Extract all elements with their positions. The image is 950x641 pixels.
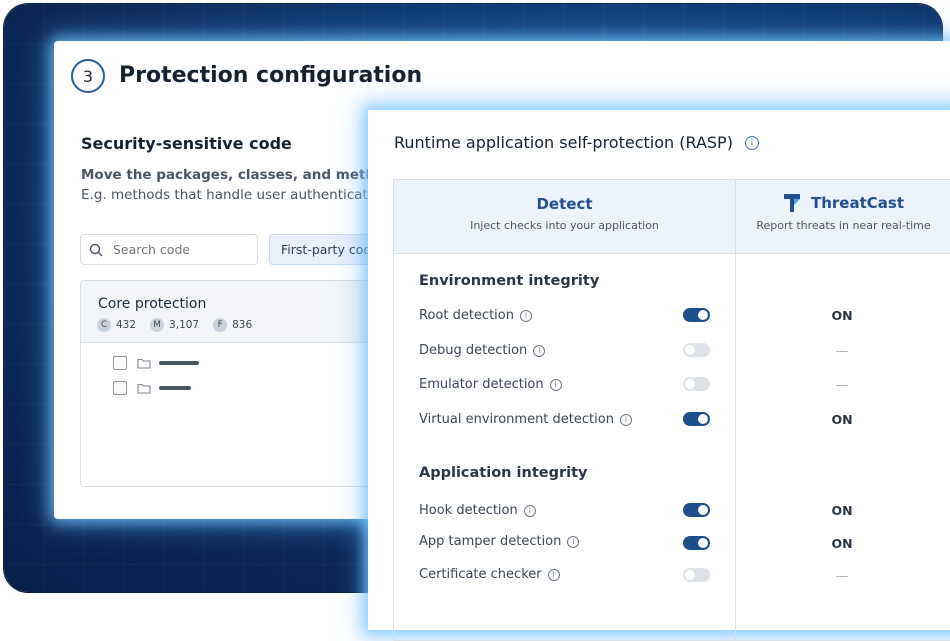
info-icon[interactable]: i [549, 378, 562, 391]
rasp-panel: Runtime application self-protection (RAS… [368, 110, 950, 641]
code-tree-card: Core protection C 432 M 3,107 F 836 [80, 280, 402, 487]
emulator-detection-label: Emulator detection [419, 377, 544, 392]
rasp-table-header: Detect Inject checks into your applicati… [394, 180, 950, 254]
section-description-bold: Move the packages, classes, and method [81, 167, 394, 183]
detect-title: Detect [536, 195, 593, 213]
info-icon[interactable]: i [533, 344, 546, 357]
certificate-checker-label: Certificate checker [419, 567, 542, 582]
search-box[interactable] [80, 234, 258, 265]
debug-detection-threatcast: — [835, 343, 849, 358]
redacted-name [159, 361, 199, 365]
emulator-detection-threatcast: — [835, 377, 849, 392]
tree-row[interactable] [113, 356, 199, 370]
row-label-hook-detection: Hook detection i [419, 503, 536, 518]
virtual-environment-detection-toggle[interactable] [683, 412, 710, 426]
folder-icon [137, 358, 151, 369]
detect-column-header: Detect Inject checks into your applicati… [394, 180, 735, 232]
methods-stat: M 3,107 [150, 318, 199, 332]
detect-subtitle: Inject checks into your application [470, 219, 659, 232]
threatcast-subtitle: Report threats in near real-time [756, 219, 931, 232]
info-icon[interactable]: i [744, 135, 759, 150]
group-title-environment: Environment integrity [419, 273, 600, 289]
classes-badge: C [97, 318, 111, 332]
methods-badge: M [150, 318, 165, 332]
hook-detection-toggle[interactable] [683, 503, 710, 517]
group-title-application: Application integrity [419, 465, 588, 481]
step-number: 3 [82, 66, 94, 86]
redacted-name [159, 386, 191, 390]
folder-icon [137, 383, 151, 394]
row-label-app-tamper-detection: App tamper detection i [419, 534, 580, 549]
row-checkbox[interactable] [113, 381, 127, 395]
hook-detection-threatcast: ON [831, 503, 853, 518]
page-title: Protection configuration [119, 63, 423, 88]
row-label-certificate-checker: Certificate checker i [419, 567, 560, 582]
row-checkbox[interactable] [113, 356, 127, 370]
info-icon[interactable]: i [567, 535, 580, 548]
fields-stat: F 836 [213, 318, 252, 332]
hook-detection-label: Hook detection [419, 503, 518, 518]
column-divider [735, 180, 736, 640]
row-label-virtual-environment-detection: Virtual environment detection i [419, 412, 632, 427]
virtual-environment-detection-threatcast: ON [831, 412, 853, 427]
info-icon[interactable]: i [519, 309, 532, 322]
threatcast-column-header: ThreatCast Report threats in near real-t… [736, 180, 950, 232]
virtual-environment-detection-label: Virtual environment detection [419, 412, 614, 427]
threatcast-logo-icon [783, 194, 800, 212]
root-detection-threatcast: ON [831, 308, 853, 323]
info-icon[interactable]: i [619, 413, 632, 426]
app-tamper-detection-toggle[interactable] [683, 536, 710, 550]
debug-detection-toggle[interactable] [683, 343, 710, 357]
info-icon[interactable]: i [523, 504, 536, 517]
fields-count: 836 [232, 319, 253, 331]
root-detection-toggle[interactable] [683, 308, 710, 322]
threatcast-title: ThreatCast [810, 194, 904, 212]
row-label-root-detection: Root detection i [419, 308, 532, 323]
rasp-title-text: Runtime application self-protection (RAS… [394, 133, 733, 152]
step-indicator: 3 [71, 59, 105, 93]
search-icon [89, 243, 103, 256]
tree-stats: C 432 M 3,107 F 836 [97, 318, 266, 332]
search-input[interactable] [111, 241, 245, 258]
certificate-checker-threatcast: — [835, 568, 849, 583]
app-tamper-detection-threatcast: ON [831, 536, 853, 551]
classes-count: 432 [116, 319, 137, 331]
section-description: E.g. methods that handle user authentica… [81, 187, 380, 203]
emulator-detection-toggle[interactable] [683, 377, 710, 391]
tree-header: Core protection C 432 M 3,107 F 836 [81, 281, 401, 343]
debug-detection-label: Debug detection [419, 343, 528, 358]
fields-badge: F [213, 318, 228, 332]
methods-count: 3,107 [169, 319, 200, 331]
row-label-emulator-detection: Emulator detection i [419, 377, 562, 392]
tree-title: Core protection [98, 296, 207, 312]
tree-row[interactable] [113, 381, 191, 395]
rasp-title: Runtime application self-protection (RAS… [394, 133, 759, 152]
app-tamper-detection-label: App tamper detection [419, 534, 562, 549]
info-icon[interactable]: i [547, 568, 560, 581]
classes-stat: C 432 [97, 318, 136, 332]
root-detection-label: Root detection [419, 308, 514, 323]
row-label-debug-detection: Debug detection i [419, 343, 546, 358]
section-title: Security-sensitive code [81, 134, 292, 153]
certificate-checker-toggle[interactable] [683, 568, 710, 582]
